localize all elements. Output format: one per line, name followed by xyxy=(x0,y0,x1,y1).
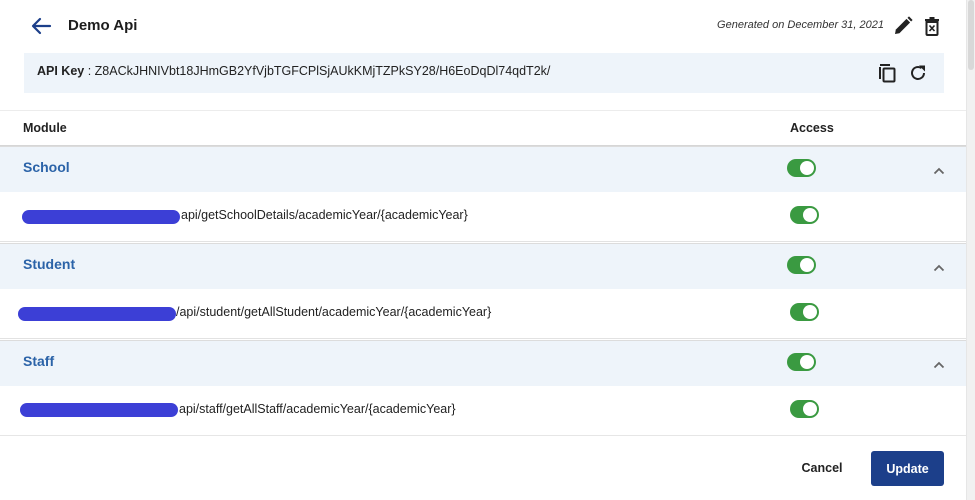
footer-divider xyxy=(0,435,966,436)
scrollbar-thumb[interactable] xyxy=(968,0,974,70)
redacted-host xyxy=(20,403,178,417)
module-column-header: Module xyxy=(23,121,67,135)
toggle-knob xyxy=(800,161,814,175)
endpoint-row: /api/student/getAllStudent/academicYear/… xyxy=(0,289,966,339)
chevron-up-icon[interactable] xyxy=(932,358,946,372)
regenerate-key-button[interactable] xyxy=(907,62,929,84)
table-header: Module Access xyxy=(0,110,966,146)
module-name: Staff xyxy=(23,353,55,369)
endpoint-path: /api/student/getAllStudent/academicYear/… xyxy=(176,305,492,319)
module-access-toggle[interactable] xyxy=(787,256,816,274)
module-access-toggle[interactable] xyxy=(787,353,816,371)
redacted-host xyxy=(18,307,176,321)
toggle-knob xyxy=(803,305,817,319)
module-access-toggle[interactable] xyxy=(787,159,816,177)
endpoint-access-toggle[interactable] xyxy=(790,206,819,224)
pencil-icon xyxy=(895,16,913,34)
access-column-header: Access xyxy=(790,121,834,135)
api-key-label: API Key xyxy=(37,64,85,78)
api-key-panel: API Key : Z8ACkJHNIVbt18JHmGB2YfVjbTGFCP… xyxy=(24,53,944,93)
trash-icon xyxy=(925,17,939,36)
api-key-separator: : xyxy=(84,64,95,78)
generated-date: Generated on December 31, 2021 xyxy=(717,19,884,31)
page-title: Demo Api xyxy=(68,17,138,34)
endpoint-access-toggle[interactable] xyxy=(790,303,819,321)
module-row-student[interactable]: Student xyxy=(0,243,966,289)
chevron-up-icon[interactable] xyxy=(932,164,946,178)
copy-key-button[interactable] xyxy=(876,62,898,84)
endpoint-path: api/getSchoolDetails/academicYear/{acade… xyxy=(181,208,468,222)
toggle-knob xyxy=(803,208,817,222)
endpoint-path: api/staff/getAllStaff/academicYear/{acad… xyxy=(179,402,456,416)
api-key-line: API Key : Z8ACkJHNIVbt18JHmGB2YfVjbTGFCP… xyxy=(37,64,550,78)
module-name: Student xyxy=(23,256,76,272)
endpoint-access-toggle[interactable] xyxy=(790,400,819,418)
back-button[interactable] xyxy=(28,12,56,40)
update-button[interactable]: Update xyxy=(871,451,944,486)
copy-icon xyxy=(879,64,896,83)
toggle-knob xyxy=(800,258,814,272)
refresh-icon xyxy=(911,65,925,80)
module-row-staff[interactable]: Staff xyxy=(0,340,966,386)
header: Demo Api Generated on December 31, 2021 xyxy=(0,0,966,52)
cancel-button[interactable]: Cancel xyxy=(789,452,855,484)
edit-button[interactable] xyxy=(892,15,914,37)
endpoint-row: api/getSchoolDetails/academicYear/{acade… xyxy=(0,192,966,242)
module-row-school[interactable]: School xyxy=(0,146,966,192)
arrow-left-icon xyxy=(31,17,52,35)
scrollbar[interactable] xyxy=(966,0,975,500)
redacted-host xyxy=(22,210,180,224)
chevron-up-icon[interactable] xyxy=(932,261,946,275)
api-key-value[interactable]: Z8ACkJHNIVbt18JHmGB2YfVjbTGFCPlSjAUkKMjT… xyxy=(95,64,551,78)
delete-button[interactable] xyxy=(921,15,943,37)
toggle-knob xyxy=(803,402,817,416)
toggle-knob xyxy=(800,355,814,369)
endpoint-row: api/staff/getAllStaff/academicYear/{acad… xyxy=(0,386,966,436)
module-name: School xyxy=(23,159,70,175)
